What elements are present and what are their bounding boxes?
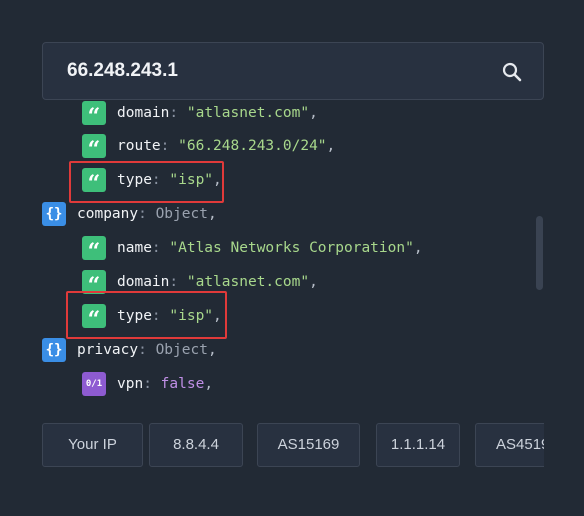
json-key: vpn — [117, 376, 144, 392]
json-value: false — [160, 376, 205, 392]
json-viewer[interactable]: “ domain: "atlasnet.com", “ route: "66.2… — [42, 100, 544, 400]
json-line[interactable]: {} privacy: Object, — [42, 338, 217, 362]
chip-your-ip[interactable]: Your IP — [42, 423, 143, 467]
json-colon: : — [169, 105, 187, 121]
json-comma: , — [309, 274, 318, 290]
object-type-icon[interactable]: {} — [42, 338, 66, 362]
json-key: company — [77, 206, 139, 222]
json-comma: , — [309, 105, 318, 121]
chip-ip[interactable]: 1.1.1.14 — [376, 423, 460, 467]
search-input-value[interactable]: 66.248.243.1 — [67, 43, 178, 99]
json-key: domain — [117, 105, 170, 121]
json-value: Object — [155, 206, 208, 222]
json-value: "Atlas Networks Corporation" — [169, 240, 414, 256]
search-field[interactable]: 66.248.243.1 — [42, 42, 544, 100]
chip-asn[interactable]: AS4519 — [475, 423, 544, 467]
json-line[interactable]: {} company: Object, — [42, 202, 217, 226]
json-value: "atlasnet.com" — [186, 274, 310, 290]
json-value: "66.248.243.0/24" — [178, 138, 327, 154]
json-comma: , — [207, 342, 217, 358]
json-colon: : — [160, 138, 179, 154]
boolean-type-icon: 0/1 — [82, 372, 106, 396]
string-type-icon: “ — [82, 101, 106, 128]
json-line: 0/1 vpn: false, — [82, 372, 213, 396]
viewer-scrollbar[interactable] — [536, 216, 543, 290]
json-colon: : — [169, 274, 187, 290]
chip-asn[interactable]: AS15169 — [257, 423, 360, 467]
json-key: name — [117, 240, 152, 256]
json-colon: : — [138, 342, 156, 358]
highlight-box — [66, 291, 227, 339]
json-colon: : — [143, 376, 161, 392]
json-comma: , — [326, 138, 336, 154]
json-comma: , — [207, 206, 217, 222]
string-type-icon: “ — [82, 236, 106, 263]
search-icon[interactable] — [501, 61, 523, 83]
json-comma: , — [413, 240, 423, 256]
highlight-box — [69, 161, 224, 203]
json-key: route — [117, 138, 161, 154]
json-key: domain — [117, 274, 170, 290]
json-colon: : — [138, 206, 156, 222]
json-key: privacy — [77, 342, 139, 358]
json-colon: : — [151, 240, 170, 256]
json-line: “ route: "66.248.243.0/24", — [82, 134, 336, 161]
json-line: “ domain: "atlasnet.com", — [82, 101, 318, 128]
json-value: "atlasnet.com" — [186, 105, 310, 121]
string-type-icon: “ — [82, 134, 106, 161]
json-line: “ name: "Atlas Networks Corporation", — [82, 236, 423, 263]
quick-lookup-chips: Your IP 8.8.4.4 AS15169 1.1.1.14 AS4519 — [42, 423, 544, 467]
json-comma: , — [204, 376, 214, 392]
object-type-icon[interactable]: {} — [42, 202, 66, 226]
chip-ip[interactable]: 8.8.4.4 — [149, 423, 243, 467]
json-value: Object — [155, 342, 208, 358]
